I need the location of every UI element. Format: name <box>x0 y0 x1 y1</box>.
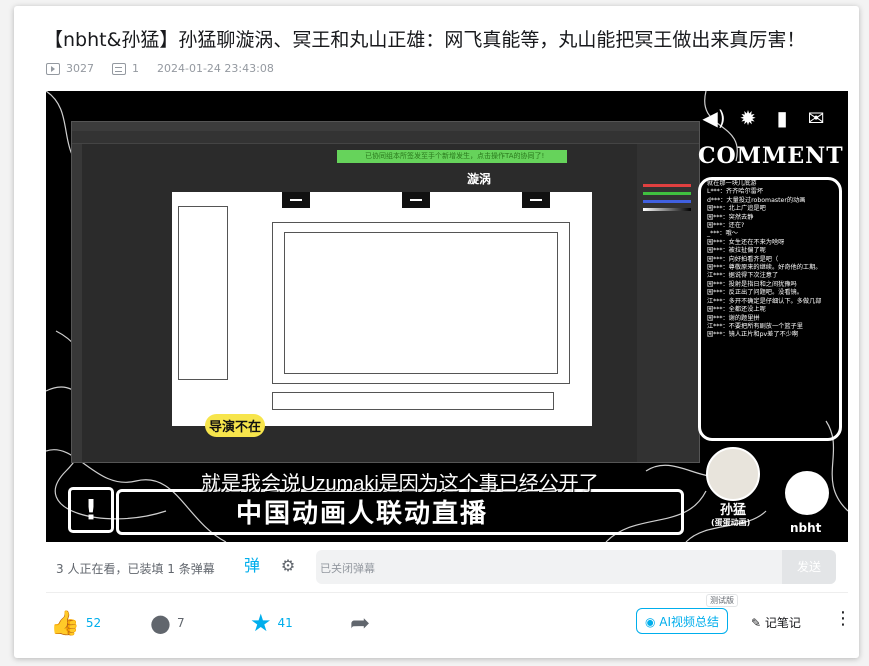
video-player[interactable]: 已协同组本所签发至手个新增发生，点击操作TA的协同了! 漩涡 导演不在 ◀) ✹… <box>46 91 848 542</box>
comment-row: 江***：据说得下次注意了 <box>707 272 779 280</box>
ps-notice-banner: 已协同组本所签发至手个新增发生，点击操作TA的协同了! <box>337 150 567 163</box>
star-icon: ★ <box>250 609 272 637</box>
favorite-count: 41 <box>277 616 293 630</box>
live-banner: 中国动画人联动直播 <box>236 499 489 529</box>
publish-date: 2024-01-24 23:43:08 <box>157 62 274 75</box>
canvas-label: 漩涡 <box>467 172 492 186</box>
like-button[interactable]: 👍 52 <box>50 610 101 636</box>
note-label: 记笔记 <box>764 616 801 630</box>
share-arrow-icon: ➦ <box>350 609 371 637</box>
storyboard-panel <box>178 206 228 380</box>
ai-summary-button[interactable]: ◉ AI视频总结 <box>636 608 728 634</box>
robot-icon: ◉ <box>644 615 660 629</box>
favorite-button[interactable]: ★ 41 <box>250 610 293 636</box>
danmaku-input[interactable]: 已关闭弹幕 发送 <box>316 550 836 584</box>
comment-row: 江***：多开不确定是仔细认下。多做几部 <box>707 297 822 305</box>
danmaku-toggle-icon[interactable]: 弹 <box>242 556 262 576</box>
comment-row: 园***：女生还在不来为啥呀 <box>707 238 785 246</box>
comment-header: COMMENT <box>698 143 844 169</box>
comment-row: 园***：突然去静 <box>707 213 754 221</box>
danmaku-bar: 3 人正在看，已装填 1 条弹幕 弹 ⚙ 已关闭弹幕 发送 <box>46 542 848 593</box>
danmaku-count-icon <box>112 62 126 75</box>
thumbs-up-icon: 👍 <box>50 609 80 637</box>
comment-row: 园***：向好拍看齐是吧（ <box>707 255 779 263</box>
ps-options-bar <box>72 131 699 144</box>
ps-right-panels <box>637 144 699 462</box>
director-sticker: 导演不在 <box>205 414 266 437</box>
mail-icon: ✉ <box>807 106 825 130</box>
take-note-button[interactable]: ✎ 记笔记 <box>751 614 801 631</box>
comment-row: 园***：全都还没上呢 <box>707 306 766 314</box>
viewer-status: 3 人正在看，已装填 1 条弹幕 <box>56 562 215 576</box>
storyboard-safe-area <box>284 232 558 374</box>
host-name-sunmeng: 孙猛 <box>720 503 747 518</box>
speaker-icon: ◀) <box>702 106 726 130</box>
coin-button[interactable]: ● 7 <box>150 610 185 636</box>
storyboard-table <box>272 392 554 410</box>
video-meta: 3027 1 2024-01-24 23:43:08 <box>46 62 274 75</box>
action-bar: 👍 52 ● 7 ★ 41 ➦ 测试版 ◉ AI视频总结 ✎ 记笔记 ⋮ <box>46 594 852 646</box>
beta-badge: 测试版 <box>706 594 738 607</box>
danmaku-settings-icon[interactable]: ⚙ <box>278 556 298 576</box>
overlay-icons: ◀) ✹ ▮ ✉ <box>702 107 828 129</box>
comment-row: 园***：被拉扯偏了呢 <box>707 247 766 255</box>
like-count: 52 <box>85 616 102 630</box>
coin-icon: ● <box>150 609 171 637</box>
gear-icon: ✹ <box>739 106 757 130</box>
danmaku-count: 1 <box>132 62 139 75</box>
coin-count: 7 <box>176 616 185 630</box>
video-title: 【nbht&孙猛】孙猛聊漩涡、冥王和丸山正雄：网飞真能等，丸山能把冥王做出来真厉… <box>44 29 806 51</box>
send-button[interactable]: 发送 <box>782 550 836 584</box>
exclamation-icon: ! <box>68 487 114 533</box>
comment-row: 园***：反正出了问题吧。没看镜。 <box>707 289 803 297</box>
comment-row: 园***：北上广追是吧 <box>707 205 766 213</box>
ps-toolbar <box>72 144 82 462</box>
canvas-tab <box>402 192 430 208</box>
host-avatar-sunmeng <box>706 447 760 501</box>
ps-menubar <box>72 122 699 131</box>
comment-row: L***：齐齐哈尔雷坏 <box>707 188 764 196</box>
ai-summary-label: AI视频总结 <box>659 615 720 629</box>
comment-row: 园***：镜人正片和pv差了不少啊 <box>707 331 799 339</box>
comment-row: d***：大量投过robomaster的动画 <box>707 196 806 204</box>
host-subtitle-sunmeng: (蛋蛋动画) <box>711 518 751 527</box>
host-name-nbht: nbht <box>790 521 822 535</box>
view-count: 3027 <box>66 62 94 75</box>
note-icon: ✎ <box>751 616 765 630</box>
comment-row: _***：哦～ <box>707 230 738 238</box>
video-subtitle: 就是我会说Uzumaki是因为这个事已经公开了 <box>201 473 599 495</box>
host-avatar-nbht <box>785 471 829 515</box>
canvas-tab <box>282 192 310 208</box>
canvas-tab <box>522 192 550 208</box>
comment-row: 园***：谢的题里拼 <box>707 314 760 322</box>
photoshop-window: 已协同组本所签发至手个新增发生，点击操作TA的协同了! 漩涡 导演不在 <box>71 121 700 463</box>
share-button[interactable]: ➦ <box>350 610 370 636</box>
comment-box: 就在那一块儿底游 L***：齐齐哈尔雷坏 d***：大量投过robomaster的动… <box>698 177 842 441</box>
ps-canvas <box>172 192 592 426</box>
trash-icon: ▮ <box>776 106 788 130</box>
more-options-icon[interactable]: ⋮ <box>834 608 852 629</box>
play-count-icon <box>46 62 60 75</box>
danmaku-placeholder: 已关闭弹幕 <box>320 562 375 575</box>
